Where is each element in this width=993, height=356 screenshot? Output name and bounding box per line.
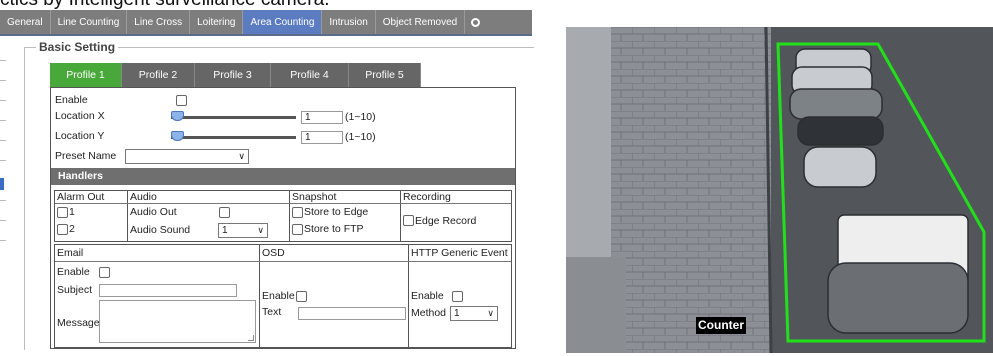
camera-view: [566, 27, 993, 353]
audio-out-checkbox[interactable]: [219, 207, 230, 218]
store-edge-label: Store to Edge: [304, 206, 369, 218]
preset-name-label: Preset Name: [55, 150, 117, 162]
tab-profile-4[interactable]: Profile 4: [271, 63, 349, 87]
tab-line-cross[interactable]: Line Cross: [127, 10, 191, 34]
sidebar-edge: [0, 60, 8, 250]
osd-header: OSD: [262, 247, 285, 259]
profile-tabs: Profile 1 Profile 2 Profile 3 Profile 4 …: [50, 63, 421, 87]
audio-sound-label: Audio Sound: [130, 224, 191, 236]
location-y-label: Location Y: [55, 130, 105, 142]
location-y-range: (1~10): [345, 131, 376, 143]
location-x-thumb[interactable]: [171, 111, 184, 121]
tab-area-counting[interactable]: Area Counting: [243, 10, 323, 34]
chevron-down-icon: ∨: [257, 225, 264, 235]
parked-car: [789, 88, 883, 120]
email-enable-checkbox[interactable]: [99, 267, 110, 278]
parked-car: [827, 262, 969, 334]
basic-setting-legend: Basic Setting: [36, 40, 119, 54]
audio-sound-select[interactable]: 1 ∨: [218, 223, 268, 238]
event-grid: Email Enable Subject Message OSD Enable …: [54, 244, 512, 348]
alarm-1-label: 1: [69, 206, 75, 218]
tab-profile-3[interactable]: Profile 3: [195, 63, 271, 87]
osd-text-input[interactable]: [298, 307, 406, 320]
location-x-slider[interactable]: [171, 116, 296, 119]
audio-out-label: Audio Out: [130, 206, 177, 218]
location-y-input[interactable]: 1: [301, 131, 343, 144]
alarm-2-label: 2: [69, 223, 75, 235]
message-label: Message: [57, 317, 100, 329]
snapshot-header: Snapshot: [292, 191, 337, 203]
circle-more-icon[interactable]: [465, 10, 485, 34]
subject-label: Subject: [57, 284, 93, 296]
osd-enable-label: Enable: [262, 290, 295, 302]
location-y-thumb[interactable]: [171, 131, 184, 141]
subject-input[interactable]: [99, 284, 237, 297]
tab-intrusion[interactable]: Intrusion: [322, 10, 376, 34]
location-x-label: Location X: [55, 110, 105, 122]
location-x-input[interactable]: 1: [301, 111, 343, 124]
method-value: 1: [454, 308, 460, 319]
tab-line-counting[interactable]: Line Counting: [51, 10, 128, 34]
parked-car: [797, 116, 884, 146]
enable-checkbox[interactable]: [176, 95, 187, 106]
http-enable-label: Enable: [411, 290, 444, 302]
tab-profile-5[interactable]: Profile 5: [349, 63, 421, 87]
store-ftp-checkbox[interactable]: [292, 224, 303, 235]
preset-name-select[interactable]: ∨: [125, 149, 249, 164]
alarm-1-checkbox[interactable]: [57, 207, 68, 218]
tab-general[interactable]: General: [0, 10, 51, 34]
http-enable-checkbox[interactable]: [452, 291, 463, 302]
location-x-range: (1~10): [345, 111, 376, 123]
edge-record-label: Edge Record: [415, 215, 477, 227]
store-ftp-label: Store to FTP: [304, 223, 364, 235]
osd-text-label: Text: [262, 306, 282, 318]
method-select[interactable]: 1 ∨: [450, 306, 498, 321]
audio-sound-value: 1: [222, 225, 228, 236]
audio-header: Audio: [130, 191, 157, 203]
method-label: Method: [411, 307, 447, 319]
chevron-down-icon: ∨: [487, 308, 494, 318]
alarm-out-header: Alarm Out: [57, 191, 105, 203]
recording-header: Recording: [403, 191, 451, 203]
camera-scene: [566, 27, 993, 353]
osd-enable-checkbox[interactable]: [296, 291, 307, 302]
handlers-header: Handlers: [51, 168, 515, 185]
profile-panel: Enable Location X 1 (1~10) Location Y 1 …: [50, 87, 516, 349]
message-textarea[interactable]: [99, 300, 256, 343]
counter-overlay-label: Counter: [696, 317, 746, 334]
tab-loitering[interactable]: Loitering: [190, 10, 244, 34]
tab-profile-2[interactable]: Profile 2: [122, 63, 195, 87]
tab-profile-1[interactable]: Profile 1: [50, 63, 122, 87]
http-event-header: HTTP Generic Event: [411, 247, 508, 259]
edge-record-checkbox[interactable]: [403, 215, 414, 226]
email-enable-label: Enable: [57, 266, 90, 278]
enable-label: Enable: [55, 94, 88, 106]
email-header: Email: [57, 247, 84, 259]
alarm-2-checkbox[interactable]: [57, 224, 68, 235]
chevron-down-icon: ∨: [238, 151, 245, 161]
parked-car: [803, 146, 877, 188]
main-tab-bar: General Line Counting Line Cross Loiteri…: [0, 10, 532, 36]
tab-object-removed[interactable]: Object Removed: [376, 10, 466, 34]
page-caption: ctics by Intelligent surveillance camera…: [0, 0, 329, 10]
resize-grip-icon[interactable]: [248, 335, 254, 341]
handlers-grid: Alarm Out 1 2 Audio Audio Out Audio Soun…: [54, 190, 512, 242]
location-y-slider[interactable]: [171, 136, 296, 139]
store-edge-checkbox[interactable]: [292, 207, 303, 218]
